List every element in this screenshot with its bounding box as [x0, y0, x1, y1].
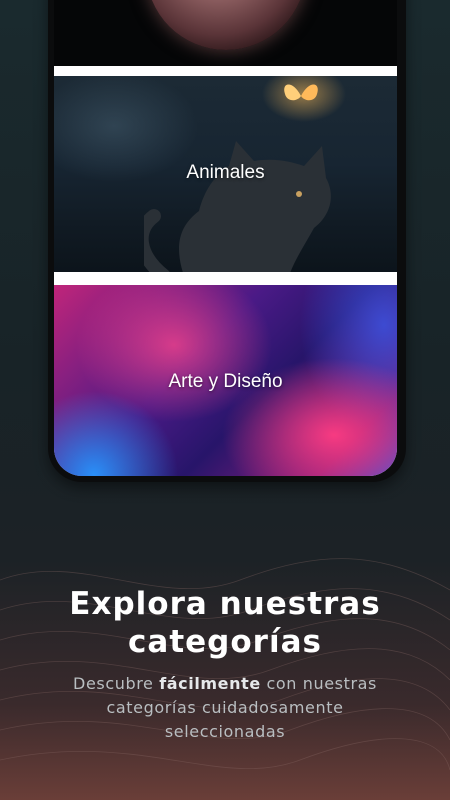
cat-image [144, 141, 331, 272]
category-label-animales: Animales [186, 162, 265, 183]
planet-image [146, 0, 306, 50]
onboarding-subtitle: Descubre fácilmente con nuestras categor… [50, 672, 400, 744]
category-label-arte-diseno: Arte y Diseño [168, 371, 283, 392]
subtitle-text-bold: fácilmente [159, 674, 261, 693]
onboarding-title: Explora nuestras categorías [69, 586, 381, 660]
phone-screen: Animales Arte y Diseño [54, 0, 397, 476]
butterfly-image [284, 84, 318, 101]
subtitle-text-start: Descubre [73, 674, 160, 693]
category-card-space[interactable] [54, 0, 397, 66]
category-card-arte-diseno[interactable]: Arte y Diseño [54, 285, 397, 476]
contour-background-pattern [0, 558, 450, 771]
category-card-animales[interactable]: Animales [54, 76, 397, 272]
